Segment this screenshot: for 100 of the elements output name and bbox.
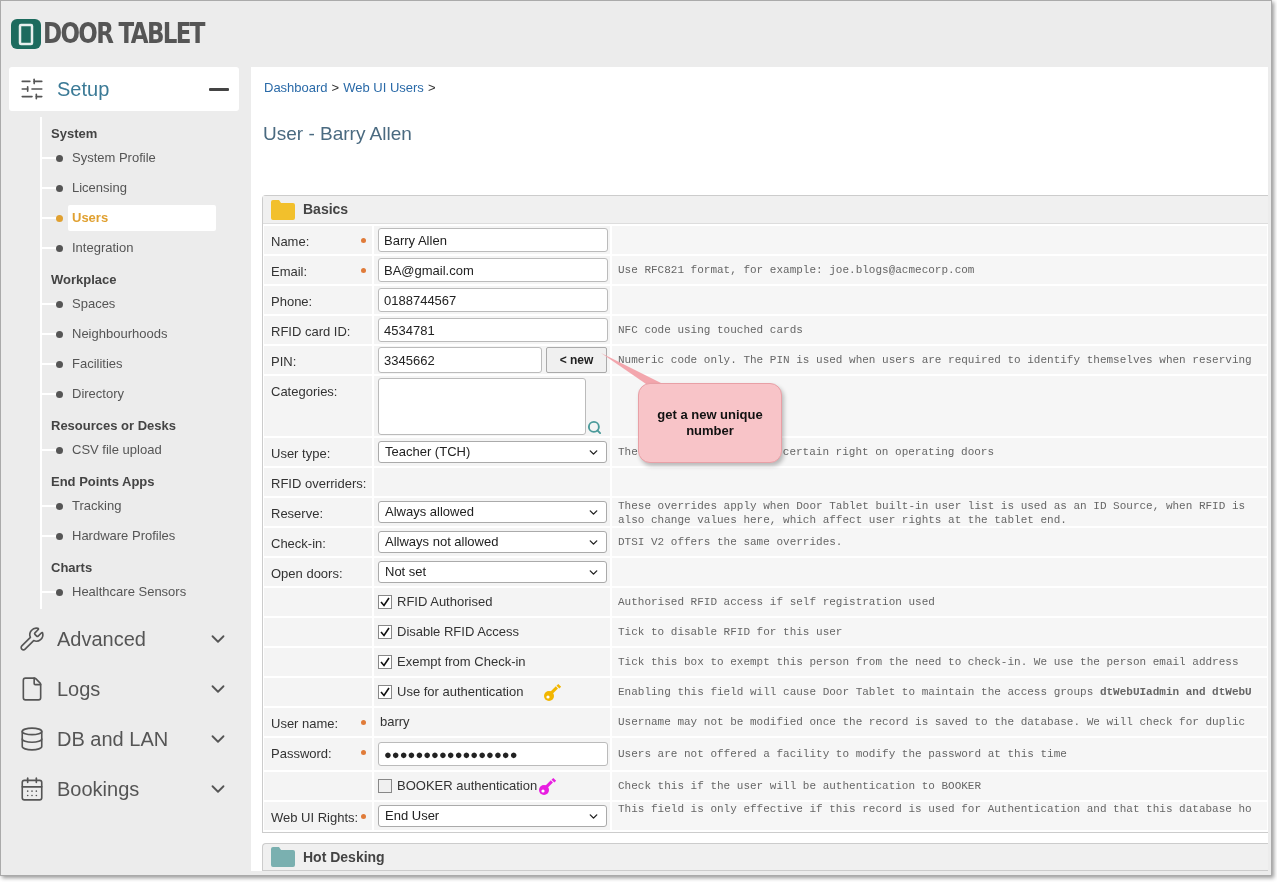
sidebar-item[interactable]: Neighbourhoods	[68, 321, 216, 347]
database-icon	[19, 726, 45, 752]
search-icon[interactable]	[587, 420, 602, 435]
folder-icon	[271, 847, 295, 867]
sidebar-item[interactable]: Facilities	[68, 351, 216, 377]
section-header[interactable]: Basics	[263, 196, 1268, 224]
sidebar-item[interactable]: Directory	[68, 381, 216, 407]
field-hint: certain right on operating doors	[782, 444, 995, 460]
field-hint: Numeric code only. The PIN is used when users are required to identify themselves when reserving	[618, 353, 1252, 367]
field-label: User name:	[271, 715, 339, 733]
field-label: RFID overriders:	[271, 475, 367, 493]
field-hint: DTSI V2 offers the same overrides.	[618, 535, 843, 549]
check-icon	[380, 627, 390, 637]
sidebar-item[interactable]: Healthcare Sensors	[68, 579, 216, 605]
wrench-icon	[19, 626, 45, 652]
field-hint: These overrides apply when Door Tablet built-in user list is used as an ID Source, when RFID is also change values here, which affect user rights at the tablet end.	[618, 499, 1246, 527]
sidebar-item[interactable]: System Profile	[68, 145, 216, 171]
field-hint: Tick to disable RFID for this user	[618, 625, 843, 639]
breadcrumb-separator: >	[331, 79, 340, 97]
new-pin-button[interactable]: < new	[546, 347, 607, 373]
dropdown[interactable]: End User	[378, 805, 607, 827]
field-hint: The	[618, 444, 638, 460]
text-field[interactable]: 0188744567	[378, 288, 608, 312]
field-hint: Tick this box to exempt this person from the need to check-in. We use the person email address	[618, 655, 1239, 669]
folder-icon	[271, 199, 295, 220]
check-icon	[380, 687, 390, 697]
dropdown[interactable]: Teacher (TCH)	[378, 441, 607, 463]
group-title: Resources or Desks	[50, 416, 177, 435]
sidebar-section[interactable]: Advanced	[9, 617, 239, 661]
checkbox[interactable]	[378, 685, 392, 699]
section-header[interactable]: Hot Desking	[262, 843, 1268, 871]
check-icon	[380, 597, 390, 607]
breadcrumb-separator: >	[427, 79, 436, 97]
section-label: Setup	[57, 77, 111, 102]
checkbox[interactable]	[378, 595, 392, 609]
sliders-icon	[19, 76, 45, 102]
text-field[interactable]: Barry Allen	[378, 228, 608, 252]
field-label: Reserve:	[271, 505, 324, 523]
section-label: Bookings	[57, 777, 141, 802]
collapse-icon	[209, 87, 229, 91]
field-hint: Check this if the user will be authentication to BOOKER	[618, 779, 982, 793]
sidebar-section[interactable]: Setup	[9, 67, 239, 111]
calendar-icon	[19, 776, 45, 802]
sidebar-item[interactable]: Integration	[68, 235, 216, 261]
logo-text: DOOR TABLET	[43, 20, 204, 48]
sidebar-item[interactable]: Tracking	[68, 493, 216, 519]
field-label: Check-in:	[271, 535, 326, 553]
group-title: Workplace	[50, 270, 118, 289]
field-label: User type:	[271, 445, 331, 463]
categories-field[interactable]	[378, 378, 586, 435]
check-icon	[380, 657, 390, 667]
text-field[interactable]: 3345662	[378, 347, 542, 373]
key-icon	[538, 776, 559, 796]
key-icon	[543, 682, 564, 702]
group-title: Charts	[50, 558, 94, 577]
field-label: Email:	[271, 263, 308, 281]
breadcrumb-link[interactable]: Dashboard	[264, 78, 328, 98]
checkbox-label: BOOKER authentication	[397, 777, 538, 796]
callout: get a new unique number	[638, 383, 782, 463]
field-hint: Use RFC821 format, for example: joe.blogs@acmecorp.com	[618, 263, 975, 277]
checkbox[interactable]	[378, 655, 392, 669]
sidebar-section[interactable]: Logs	[9, 667, 239, 711]
field-hint: Users are not offered a facility to modify the password at this time	[618, 747, 1067, 761]
field-label: Name:	[271, 233, 310, 251]
text-field[interactable]: ●●●●●●●●●●●●●●●●●	[378, 742, 608, 766]
checkbox-label: Exempt from Check-in	[397, 653, 526, 672]
dropdown[interactable]: Not set	[378, 561, 607, 583]
page-title: User - Barry Allen	[262, 121, 413, 146]
field-hint: NFC code using touched cards	[618, 323, 803, 337]
field-label: Phone:	[271, 293, 313, 311]
field-label: Categories:	[271, 383, 338, 401]
text-field[interactable]: BA@gmail.com	[378, 258, 608, 282]
text-field[interactable]: 4534781	[378, 318, 608, 342]
sidebar-item[interactable]: CSV file upload	[68, 437, 216, 463]
field-hint: Authorised RFID access if self registration used	[618, 595, 935, 609]
user-name-value: barry	[379, 713, 410, 732]
dropdown[interactable]: Always allowed	[378, 501, 607, 523]
sidebar-item[interactable]: Hardware Profiles	[68, 523, 216, 549]
field-hint: Enabling this field will cause Door Tablet to maintain the access groups dtWebUIadmin and dtWebU	[618, 685, 1252, 699]
section-label: DB and LAN	[57, 727, 170, 752]
sidebar-section[interactable]: DB and LAN	[9, 717, 239, 761]
checkbox-label: RFID Authorised	[397, 593, 493, 612]
sidebar-section[interactable]: Bookings	[9, 767, 239, 811]
field-hint: This field is only effective if this record is used for Authentication and that this database ho	[618, 802, 1252, 816]
checkbox[interactable]	[378, 779, 392, 793]
field-label: PIN:	[271, 353, 297, 371]
checkbox-label: Use for authentication	[397, 683, 524, 702]
checkbox[interactable]	[378, 625, 392, 639]
field-hint: Username may not be modified once the record is saved to the database. We will check for duplic	[618, 715, 1246, 729]
field-label: Open doors:	[271, 565, 343, 583]
dropdown[interactable]: Allways not allowed	[378, 531, 607, 553]
sidebar-item[interactable]: Spaces	[68, 291, 216, 317]
logo-icon	[11, 19, 41, 49]
checkbox-label: Disable RFID Access	[397, 623, 520, 642]
section-label: Logs	[57, 677, 102, 702]
sidebar-item[interactable]: Licensing	[68, 175, 216, 201]
breadcrumb-link[interactable]: Web UI Users	[343, 78, 424, 98]
group-title: End Points Apps	[50, 472, 156, 491]
group-title: System	[50, 124, 99, 143]
field-label: Web UI Rights:	[271, 809, 359, 827]
